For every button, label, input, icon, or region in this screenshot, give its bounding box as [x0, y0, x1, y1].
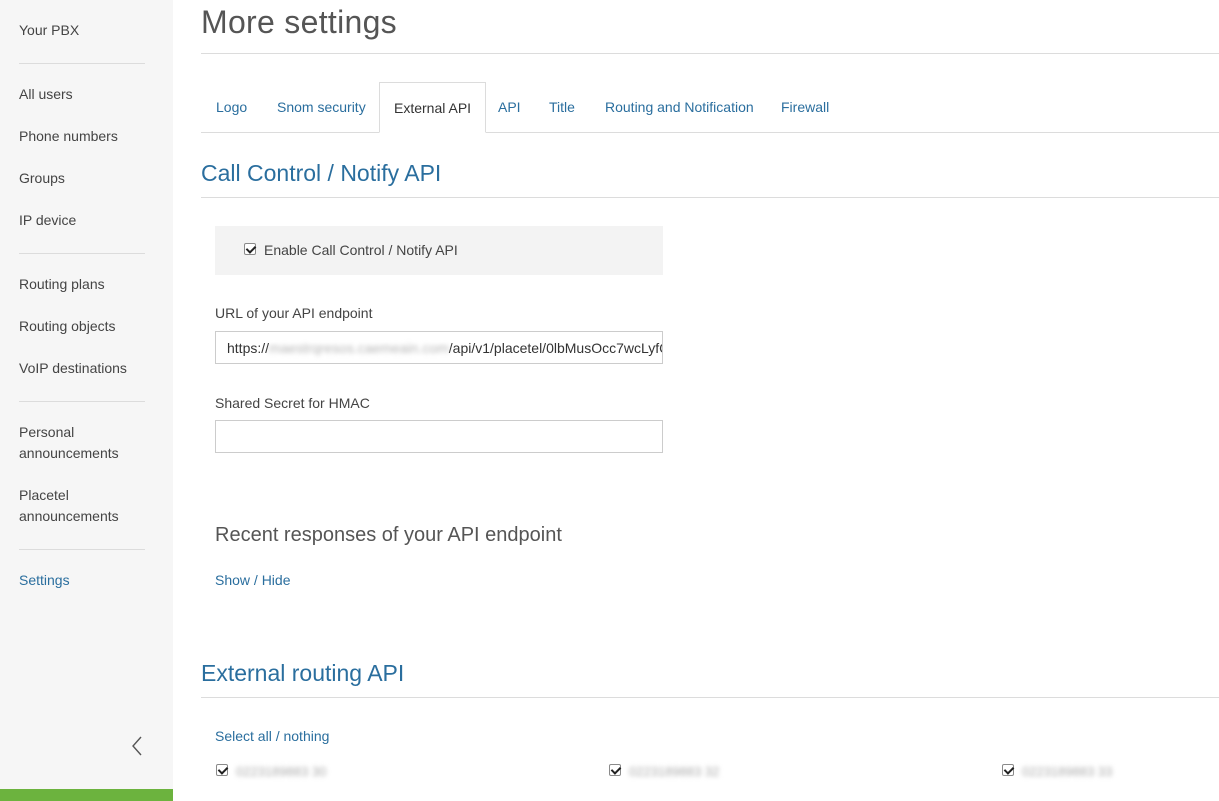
sidebar-item-routing-objects[interactable]: Routing objects — [19, 316, 116, 337]
page-title: More settings — [201, 4, 397, 40]
sidebar-divider — [19, 401, 145, 402]
sidebar-item-voip-destinations[interactable]: VoIP destinations — [19, 358, 127, 379]
number-checkbox[interactable] — [216, 764, 228, 776]
number-checkbox[interactable] — [609, 764, 621, 776]
sidebar-item-your-pbx[interactable]: Your PBX — [19, 20, 79, 41]
tab-logo[interactable]: Logo — [216, 82, 247, 133]
number-label: 0223189883 30 — [236, 764, 327, 779]
tab-firewall[interactable]: Firewall — [781, 82, 829, 133]
sidebar-item-phone-numbers[interactable]: Phone numbers — [19, 126, 118, 147]
external-routing-section-title: External routing API — [201, 660, 405, 686]
sidebar-item-placetel-announcements[interactable]: Placetel announcements — [19, 485, 129, 527]
number-label: 0223189883 33 — [1022, 764, 1113, 779]
section-divider — [201, 197, 1219, 198]
settings-tabs: Logo Snom security External API API Titl… — [201, 82, 1219, 133]
main-content: More settings Logo Snom security Externa… — [173, 0, 1219, 801]
sidebar-item-all-users[interactable]: All users — [19, 84, 73, 105]
tab-title[interactable]: Title — [549, 82, 575, 133]
hmac-secret-input[interactable] — [215, 420, 663, 453]
section-divider — [201, 697, 1219, 698]
sidebar-item-routing-plans[interactable]: Routing plans — [19, 274, 105, 295]
sidebar-divider — [19, 63, 145, 64]
enable-call-control-checkbox[interactable] — [244, 243, 256, 255]
sidebar-item-personal-announcements[interactable]: Personal announcements — [19, 422, 129, 464]
api-url-value: https://maestrqresos.caemeain.com/api/v1… — [227, 340, 663, 356]
tab-snom-security[interactable]: Snom security — [277, 82, 366, 133]
enable-call-control-label: Enable Call Control / Notify API — [264, 242, 458, 258]
show-hide-link[interactable]: Show / Hide — [215, 572, 290, 588]
sidebar-item-settings[interactable]: Settings — [19, 570, 70, 591]
sidebar-item-ip-device[interactable]: IP device — [19, 210, 76, 231]
sidebar-divider — [19, 253, 145, 254]
number-checkbox[interactable] — [1002, 764, 1014, 776]
tab-api[interactable]: API — [498, 82, 521, 133]
api-url-label: URL of your API endpoint — [215, 305, 373, 321]
call-control-section-title: Call Control / Notify API — [201, 160, 442, 186]
sidebar-divider — [19, 549, 145, 550]
recent-responses-heading: Recent responses of your API endpoint — [215, 524, 562, 546]
tab-routing-and-notification[interactable]: Routing and Notification — [605, 82, 754, 133]
chevron-left-icon[interactable] — [128, 735, 146, 757]
sidebar-item-groups[interactable]: Groups — [19, 168, 65, 189]
api-url-input[interactable]: https://maestrqresos.caemeain.com/api/v1… — [215, 331, 663, 364]
enable-call-control-panel: Enable Call Control / Notify API — [215, 226, 663, 275]
sidebar: Your PBX All users Phone numbers Groups … — [0, 0, 173, 801]
number-label: 0223189883 32 — [629, 764, 720, 779]
hmac-secret-label: Shared Secret for HMAC — [215, 395, 370, 411]
title-divider — [201, 53, 1219, 54]
tab-external-api[interactable]: External API — [379, 82, 487, 133]
sidebar-accent-bar — [0, 789, 173, 801]
select-all-link[interactable]: Select all / nothing — [215, 728, 329, 744]
